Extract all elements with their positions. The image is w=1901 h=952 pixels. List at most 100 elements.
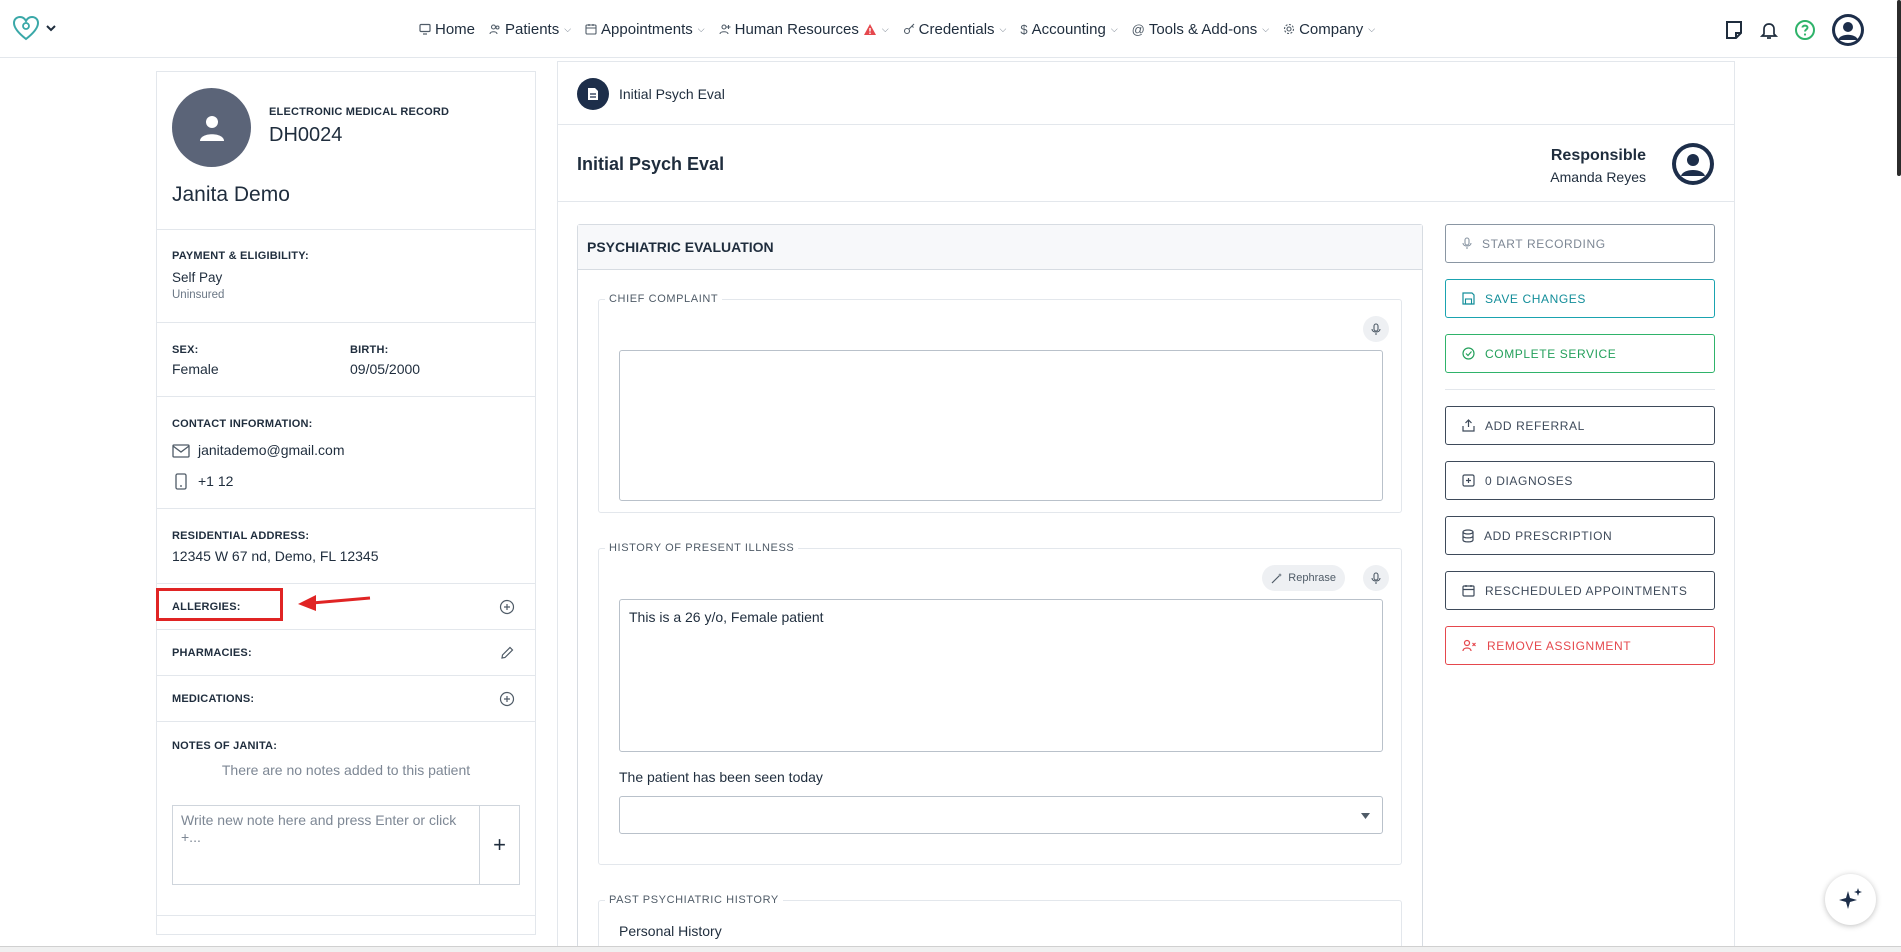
- save-changes-label: SAVE CHANGES: [1485, 291, 1587, 306]
- start-recording-button[interactable]: START RECORDING: [1445, 224, 1715, 263]
- logo-icon: [12, 15, 40, 41]
- chevron-down-icon: ⌵: [1262, 23, 1270, 34]
- document-icon: [577, 78, 609, 110]
- service-header: Initial Psych Eval Responsible Amanda Re…: [558, 125, 1734, 202]
- remove-assignment-button[interactable]: REMOVE ASSIGNMENT: [1445, 626, 1715, 665]
- rescheduled-appointments-button[interactable]: RESCHEDULED APPOINTMENTS: [1445, 571, 1715, 610]
- microphone-icon[interactable]: [1363, 565, 1389, 591]
- pharmacies-section: PHARMACIES:: [157, 629, 535, 675]
- chevron-down-icon: ⌵: [697, 23, 705, 34]
- contact-email[interactable]: janitademo@gmail.com: [198, 442, 345, 458]
- microphone-icon[interactable]: [1363, 316, 1389, 342]
- psychiatric-evaluation-form: PSYCHIATRIC EVALUATION CHIEF COMPLAINT H…: [577, 224, 1423, 952]
- responsible-name: Amanda Reyes: [1550, 169, 1646, 185]
- sparkle-icon: [1838, 887, 1862, 909]
- add-referral-label: ADD REFERRAL: [1485, 418, 1585, 433]
- add-prescription-button[interactable]: ADD PRESCRIPTION: [1445, 516, 1715, 555]
- patient-sidebar: ELECTRONIC MEDICAL RECORD DH0024 Janita …: [156, 71, 536, 935]
- nav-company[interactable]: Company ⌵: [1283, 21, 1375, 38]
- add-medication-icon[interactable]: [499, 691, 515, 707]
- notes-label: NOTES OF JANITA:: [172, 740, 278, 752]
- notes-empty-message: There are no notes added to this patient: [221, 762, 471, 778]
- diagnoses-label: 0 DIAGNOSES: [1485, 473, 1573, 488]
- main-panel: Initial Psych Eval Initial Psych Eval Re…: [557, 61, 1735, 952]
- dollar-icon: $: [1020, 21, 1028, 37]
- payment-sub: Uninsured: [172, 289, 225, 301]
- medications-label: MEDICATIONS:: [172, 693, 255, 705]
- past-psychiatric-label: PAST PSYCHIATRIC HISTORY: [609, 894, 779, 906]
- nav-credentials-label: Credentials: [918, 20, 995, 38]
- caret-down-icon: [1361, 813, 1370, 819]
- add-prescription-label: ADD PRESCRIPTION: [1484, 528, 1613, 543]
- user-avatar-icon[interactable]: [1831, 13, 1865, 47]
- header-actions: [1724, 13, 1865, 47]
- birth-value: 09/05/2000: [350, 361, 421, 377]
- nav-accounting[interactable]: $ Accounting ⌵: [1020, 21, 1117, 38]
- complete-service-label: COMPLETE SERVICE: [1485, 346, 1617, 361]
- plus-square-icon: [1462, 474, 1475, 487]
- nav-human-resources-label: Human Resources: [734, 20, 859, 38]
- birth-label: BIRTH:: [350, 344, 389, 356]
- contact-phone[interactable]: +1 12: [198, 473, 233, 489]
- nav-patients[interactable]: Patients ⌵: [489, 21, 571, 38]
- user-avatar-icon: [1676, 147, 1710, 181]
- nav-appointments-label: Appointments: [601, 20, 693, 38]
- chevron-down-icon: ⌵: [564, 23, 572, 34]
- top-navbar: Home Patients ⌵ Appointments ⌵ Human Res…: [0, 0, 1901, 58]
- app-logo[interactable]: [12, 15, 56, 41]
- complete-service-button[interactable]: COMPLETE SERVICE: [1445, 334, 1715, 373]
- horizontal-scrollbar[interactable]: [0, 946, 1901, 952]
- chief-complaint-textarea[interactable]: [619, 350, 1383, 501]
- seen-today-select[interactable]: [619, 796, 1383, 834]
- payment-value: Self Pay: [172, 270, 223, 285]
- nav-appointments[interactable]: Appointments ⌵: [585, 21, 705, 38]
- nav-home-label: Home: [435, 20, 476, 38]
- breadcrumb-label[interactable]: Initial Psych Eval: [619, 86, 725, 102]
- calendar-icon: [585, 24, 597, 35]
- chevron-down-icon: ⌵: [1110, 23, 1118, 34]
- page-scrollbar[interactable]: [1897, 0, 1901, 176]
- edit-pencil-icon[interactable]: [499, 645, 515, 661]
- chevron-down-icon[interactable]: [46, 24, 56, 32]
- add-referral-button[interactable]: ADD REFERRAL: [1445, 406, 1715, 445]
- sex-label: SEX:: [172, 344, 199, 356]
- chevron-down-icon: ⌵: [999, 23, 1007, 34]
- save-icon: [1462, 292, 1475, 305]
- hpi-textarea[interactable]: This is a 26 y/o, Female patient: [619, 599, 1383, 752]
- bell-icon[interactable]: [1759, 20, 1779, 40]
- database-icon: [1462, 528, 1474, 542]
- ai-assistant-button[interactable]: [1825, 874, 1876, 925]
- address-section: RESIDENTIAL ADDRESS: 12345 W 67 nd, Demo…: [157, 508, 535, 583]
- medications-section: MEDICATIONS:: [157, 675, 535, 721]
- patient-avatar: [172, 88, 251, 167]
- patient-name: Janita Demo: [172, 183, 290, 206]
- note-icon[interactable]: [1724, 20, 1744, 40]
- annotation-highlight-box: [156, 588, 283, 621]
- address-value: 12345 W 67 nd, Demo, FL 12345: [172, 548, 379, 564]
- diagnoses-button[interactable]: 0 DIAGNOSES: [1445, 461, 1715, 500]
- annotation-arrow-icon: [298, 595, 371, 611]
- save-changes-button[interactable]: SAVE CHANGES: [1445, 279, 1715, 318]
- monitor-icon: [419, 23, 431, 35]
- add-note-button[interactable]: +: [479, 806, 519, 884]
- nav-tools-addons[interactable]: @ Tools & Add-ons ⌵: [1132, 21, 1269, 38]
- microphone-icon: [1462, 237, 1472, 249]
- new-note-input[interactable]: Write new note here and press Enter or c…: [173, 806, 479, 884]
- emr-id: DH0024: [269, 124, 343, 146]
- nav-credentials[interactable]: Credentials ⌵: [903, 20, 1007, 38]
- hpi-fieldset: HISTORY OF PRESENT ILLNESS Rephrase This…: [598, 542, 1402, 865]
- mail-icon: [172, 444, 190, 458]
- rephrase-button[interactable]: Rephrase: [1262, 565, 1345, 591]
- divider: [1445, 389, 1715, 390]
- nav-human-resources[interactable]: Human Resources ⌵: [719, 21, 889, 38]
- pharmacies-label: PHARMACIES:: [172, 647, 252, 659]
- nav-home[interactable]: Home: [419, 21, 475, 38]
- add-allergy-icon[interactable]: [499, 599, 515, 615]
- chevron-down-icon: ⌵: [1368, 23, 1376, 34]
- payment-label: PAYMENT & ELIGIBILITY:: [172, 250, 309, 262]
- breadcrumb: Initial Psych Eval: [558, 62, 1734, 125]
- main-nav: Home Patients ⌵ Appointments ⌵ Human Res…: [419, 0, 1375, 58]
- nav-patients-label: Patients: [505, 20, 560, 38]
- share-upload-icon: [1462, 419, 1475, 432]
- help-icon[interactable]: [1794, 19, 1816, 41]
